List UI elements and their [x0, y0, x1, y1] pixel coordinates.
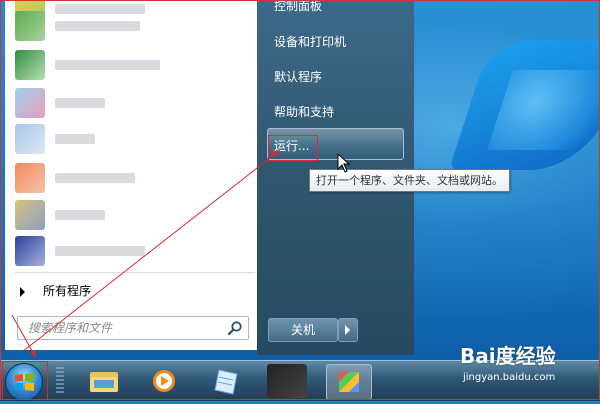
program-label-blurred: [55, 210, 105, 220]
shutdown-button[interactable]: 关机: [268, 318, 338, 342]
program-icon: [15, 88, 45, 118]
taskbar-explorer-button[interactable]: [84, 364, 124, 398]
default-programs-item[interactable]: 默认程序: [274, 68, 322, 85]
start-menu-left-pane: 所有程序: [5, 0, 258, 350]
program-icon: [15, 163, 45, 193]
mouse-pointer-icon: [337, 153, 351, 173]
notepad-icon: [214, 369, 238, 395]
program-label-blurred: [55, 21, 140, 31]
program-label-blurred: [55, 60, 160, 70]
program-item[interactable]: [15, 236, 255, 266]
all-programs-button[interactable]: 所有程序: [20, 282, 91, 299]
program-icon: [15, 124, 45, 154]
media-player-icon: [153, 370, 175, 392]
menu-separator: [15, 272, 255, 273]
baidu-jingyan-watermark: Bai度经验: [460, 340, 556, 369]
program-label-blurred: [55, 246, 145, 256]
help-and-support-item[interactable]: 帮助和支持: [274, 103, 334, 120]
program-item[interactable]: [15, 163, 255, 193]
program-item[interactable]: [15, 88, 255, 118]
search-input[interactable]: [26, 317, 220, 339]
taskbar-active-app[interactable]: [326, 364, 372, 400]
program-item[interactable]: [15, 200, 255, 230]
devices-and-printers-item[interactable]: 设备和打印机: [274, 33, 346, 50]
triangle-right-icon: [20, 286, 25, 297]
all-programs-label: 所有程序: [43, 284, 92, 298]
program-item[interactable]: [15, 124, 255, 154]
taskbar-app-blurred[interactable]: [267, 364, 307, 398]
program-icon: [15, 50, 45, 80]
program-icon: [15, 236, 45, 266]
program-item[interactable]: [15, 11, 255, 41]
shutdown-options-button[interactable]: [338, 318, 358, 342]
control-panel-item[interactable]: 控制面板: [274, 0, 322, 14]
taskbar-grip: [56, 367, 64, 395]
watermark-url: jingyan.baidu.com: [463, 372, 556, 383]
start-orb-highlight-annotation: [2, 361, 48, 400]
run-highlight-annotation: [268, 135, 318, 161]
program-label-blurred: [55, 134, 95, 144]
search-icon[interactable]: [227, 320, 243, 336]
program-label-blurred: [55, 98, 105, 108]
search-box[interactable]: [17, 316, 249, 340]
explorer-icon: [90, 372, 118, 392]
taskbar-notepad-button[interactable]: [207, 364, 247, 398]
watermark-logo: Bai度经验: [460, 344, 556, 368]
taskbar-media-player-button[interactable]: [144, 364, 184, 398]
program-label-blurred: [55, 173, 135, 183]
active-app-icon: [339, 372, 359, 392]
program-item[interactable]: [15, 50, 255, 80]
program-icon: [15, 11, 45, 41]
program-icon: [15, 200, 45, 230]
